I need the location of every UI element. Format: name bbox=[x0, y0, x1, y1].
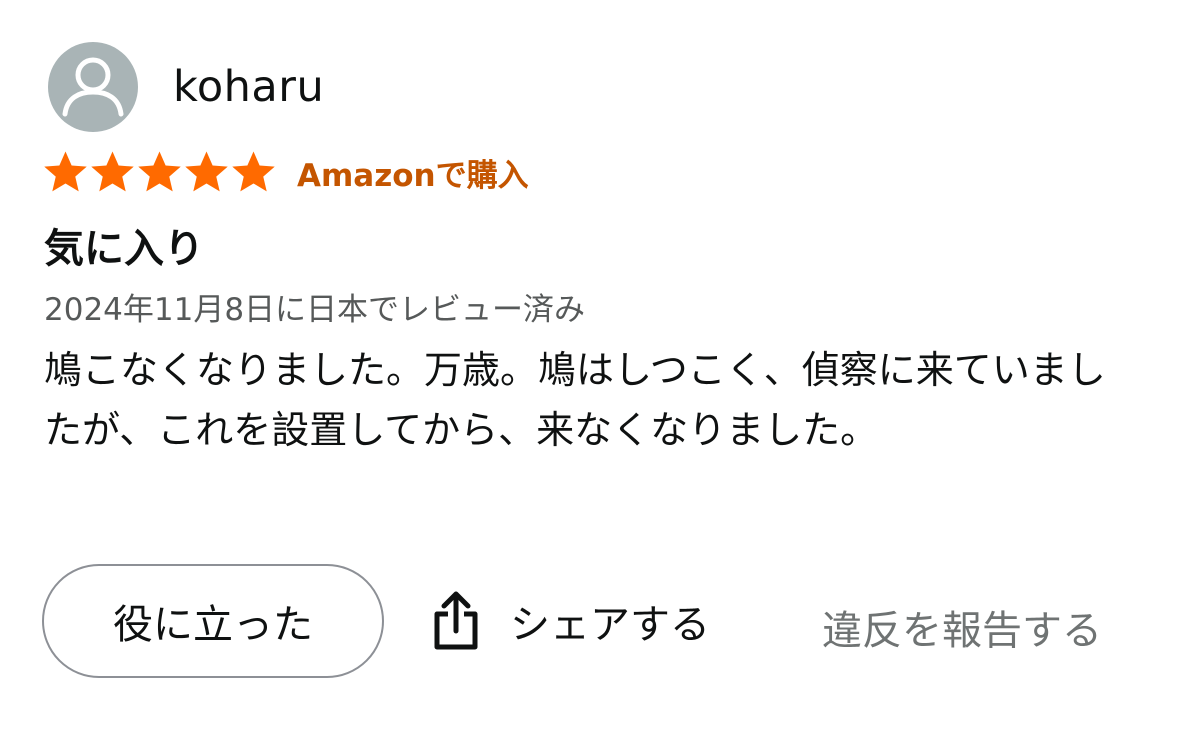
star-icon bbox=[138, 151, 181, 192]
review-title: 気に入り bbox=[44, 226, 204, 272]
share-label: シェアする bbox=[510, 602, 710, 648]
review-card: koharu Amazonで購入 気に入り 2024年11月8日に日本でレビュー… bbox=[0, 0, 1179, 737]
reviewer-profile[interactable]: koharu bbox=[48, 42, 324, 132]
report-abuse-link[interactable]: 違反を報告する bbox=[822, 598, 1102, 656]
review-actions: 役に立った シェアする 違反を報告する bbox=[42, 564, 1142, 678]
star-icon bbox=[91, 151, 134, 192]
rating-row: Amazonで購入 bbox=[42, 150, 529, 194]
star-icon bbox=[44, 151, 87, 192]
star-icon bbox=[232, 151, 275, 192]
review-date: 2024年11月8日に日本でレビュー済み bbox=[44, 292, 586, 328]
avatar[interactable] bbox=[48, 42, 138, 132]
star-rating bbox=[42, 150, 277, 194]
verified-purchase-badge: Amazonで購入 bbox=[297, 157, 529, 194]
user-silhouette-icon bbox=[62, 57, 124, 117]
reviewer-name[interactable]: koharu bbox=[173, 62, 324, 112]
star-icon bbox=[185, 151, 228, 192]
review-body: 鳩こなくなりました。万歳。鳩はしつこく、偵察に来ていましたが、これを設置してから… bbox=[44, 348, 1106, 452]
share-icon bbox=[434, 591, 478, 650]
share-button[interactable]: シェアする bbox=[430, 586, 710, 656]
helpful-button[interactable]: 役に立った bbox=[42, 564, 384, 678]
